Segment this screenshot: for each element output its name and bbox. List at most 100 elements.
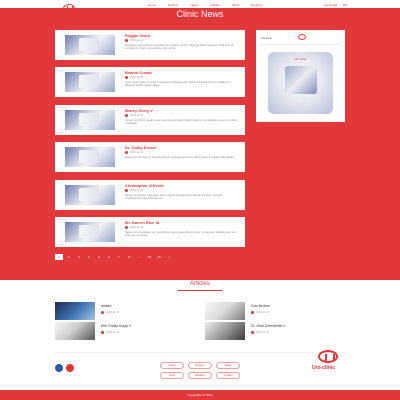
article-item[interactable]: ambed 2019-11-12 [55,302,175,320]
news-title[interactable]: Macey Corry V [125,108,153,113]
page-link[interactable]: 4 [85,254,93,260]
news-thumbnail[interactable] [65,222,115,242]
article-thumbnail[interactable] [55,322,95,340]
news-card[interactable]: Macey Corry V 2019-11-12 Ut enim ad mini… [55,105,245,135]
footer-link-contact[interactable]: Contact [216,372,240,379]
footer-link-news[interactable]: News [216,362,240,369]
calendar-icon [125,114,128,117]
social-links [55,364,74,372]
news-title[interactable]: Reggie Grant [125,33,150,38]
nav-item-home[interactable]: Home [148,3,156,7]
calendar-icon [125,226,128,229]
news-thumbnail[interactable] [65,147,115,167]
footer-divider [55,352,345,353]
widget-logo-icon [298,34,306,40]
news-title[interactable]: Mr. Darren Rice Sr. [125,220,161,225]
article-item[interactable]: Cole Bednar 2019-11-12 [205,302,325,320]
article-title[interactable]: Dr. Vidal Greenfelder II [251,324,285,328]
calendar-icon [125,189,128,192]
facebook-icon[interactable] [55,364,63,372]
footer-logo-text: Uro-clinic [312,365,336,371]
widget-header: Uro-clinic [260,33,341,45]
nav-item-news[interactable]: News [190,3,198,7]
nav-item-doctors[interactable]: Doctors [168,3,178,7]
page-link[interactable]: 3 [75,254,83,260]
article-item[interactable]: Mrs. Emely Krapp II 2019-11-12 [55,322,175,340]
widget-poster-photo [285,66,317,94]
calendar-icon [251,311,254,314]
page-link[interactable]: 8 [125,254,133,260]
pagination: 1 2 3 4 5 6 7 8 ... 15 16 » [55,254,173,260]
page-link[interactable]: 15 [145,254,153,260]
article-item[interactable]: Dr. Vidal Greenfelder II 2019-11-12 [205,322,325,340]
page-title: Clinic News [176,9,224,19]
article-title[interactable]: Cole Bednar [251,304,270,308]
page-link[interactable]: 16 [155,254,163,260]
news-card[interactable]: Beanie Crowd 2019-11-12 Lorem ipsum dolo… [55,67,245,97]
facebook-widget[interactable]: Uro-clinic Uro-clinic [256,30,345,122]
footer-logo[interactable]: Uro-clinic [310,350,346,376]
news-excerpt: Excepteur sint occaecat cupidatat non pr… [125,44,234,51]
footer-link-booking[interactable]: Booking [188,372,212,379]
nav-item-booking[interactable]: Booking [251,3,262,7]
calendar-icon [125,76,128,79]
article-date: 2019-11-12 [101,311,119,314]
main-nav: Home Doctors News Articles Clinic Bookin… [148,3,262,7]
news-date: 2019-11-12 [125,226,143,229]
news-thumbnail[interactable] [65,110,115,130]
widget-page-name[interactable]: Uro-clinic [261,37,272,40]
page-link[interactable]: 6 [105,254,113,260]
news-date: 2019-11-12 [125,39,143,42]
article-date: 2019-11-12 [251,331,269,334]
article-title[interactable]: ambed [101,304,111,308]
page-ellipsis: ... [137,255,141,259]
news-date: 2019-11-12 [125,189,143,192]
news-excerpt: Neque porro quisquam est, qui dolorem ip… [125,231,236,238]
news-card[interactable]: Reggie Grant 2019-11-12 Excepteur sint o… [55,30,245,60]
article-thumbnail[interactable] [205,302,245,320]
news-title[interactable]: Christopher O'Keefe [125,183,164,188]
news-thumbnail[interactable] [65,72,115,92]
news-excerpt: Lorem ipsum dolor sit amet, consectetur … [125,81,231,88]
news-date: 2019-11-12 [125,151,143,154]
page-link[interactable]: 7 [115,254,123,260]
footer-links: Home Doctors News Clinic Booking Contact [160,362,240,379]
calendar-icon [101,331,104,334]
language-label[interactable]: Language [324,3,337,7]
article-date: 2019-11-12 [251,311,269,314]
calendar-icon [125,151,128,154]
articles-heading: Articles [190,281,210,287]
article-thumbnail[interactable] [55,302,95,320]
footer-link-doctors[interactable]: Doctors [188,362,212,369]
article-thumbnail[interactable] [205,322,245,340]
news-card[interactable]: Mr. Darren Rice Sr. 2019-11-12 Neque por… [55,217,245,247]
next-page-button[interactable]: » [165,254,173,260]
news-title[interactable]: Dr. Colby Ernser [125,145,156,150]
calendar-icon [101,311,104,314]
news-title[interactable]: Beanie Crowd [125,70,152,75]
page-link[interactable]: 5 [95,254,103,260]
nav-item-articles[interactable]: Articles [210,3,220,7]
youtube-icon[interactable] [66,364,74,372]
calendar-icon [251,331,254,334]
news-excerpt: Duis aute irure dolor in reprehenderit i… [125,156,236,159]
article-title[interactable]: Mrs. Emely Krapp II [101,324,131,328]
page-link[interactable]: 1 [55,254,63,260]
footer-logo-mark-icon [318,350,338,363]
news-thumbnail[interactable] [65,185,115,205]
language-selector[interactable]: EN [343,3,347,7]
news-thumbnail[interactable] [65,35,115,55]
calendar-icon [125,39,128,42]
widget-poster-title: Uro-clinic [294,57,307,61]
footer-link-home[interactable]: Home [160,362,184,369]
news-excerpt: Nemo enim ipsam voluptatem quia voluptas… [125,194,223,201]
nav-item-clinic[interactable]: Clinic [232,3,239,7]
news-card[interactable]: Dr. Colby Ernser 2019-11-12 Duis aute ir… [55,142,245,172]
footer-link-clinic[interactable]: Clinic [160,372,184,379]
news-card[interactable]: Christopher O'Keefe 2019-11-12 Nemo enim… [55,180,245,210]
news-date: 2019-11-12 [125,114,143,117]
page-link[interactable]: 2 [65,254,73,260]
article-date: 2019-11-12 [101,331,119,334]
widget-poster-image[interactable]: Uro-clinic [268,52,333,114]
news-date: 2019-11-12 [125,76,143,79]
